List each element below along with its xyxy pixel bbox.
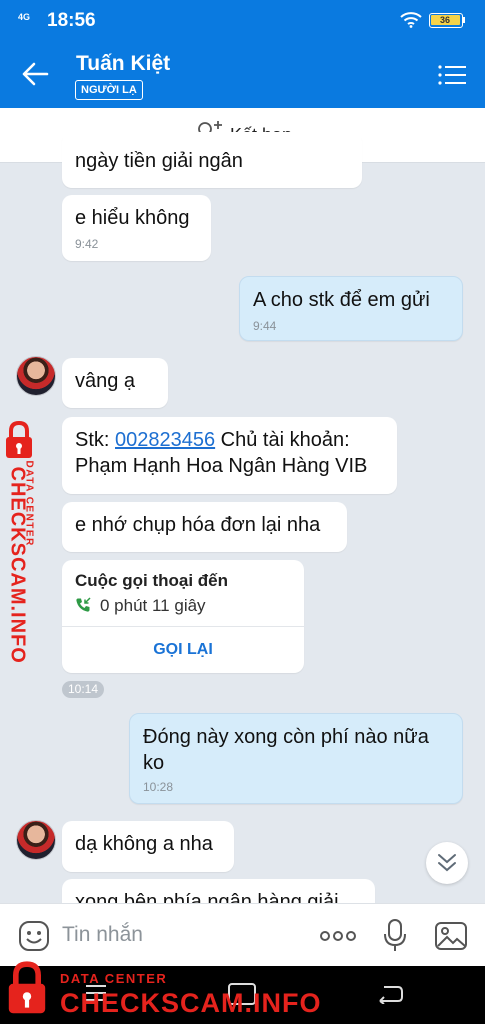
message-text: e hiểu không	[75, 207, 190, 229]
lock-icon	[6, 420, 32, 458]
nav-back-icon[interactable]	[378, 984, 404, 1004]
message-text: Phạm Hạnh Hoa Ngân Hàng VIB	[75, 455, 368, 477]
battery-level: 36	[439, 15, 450, 25]
message-time: 9:42	[75, 237, 99, 251]
chat-header: Tuấn Kiệt NGƯỜI LẠ	[0, 40, 485, 108]
message-composer: Tin nhắn	[0, 903, 485, 967]
watermark-small-text: DATA CENTER	[60, 971, 168, 986]
message-text: A cho stk để em gửi	[253, 289, 430, 311]
message-bubble: e hiểu không 9:42	[62, 195, 211, 261]
call-title: Cuộc gọi thoại đến	[75, 571, 228, 590]
sticker-icon[interactable]	[18, 920, 50, 952]
message-bubble: vâng ạ	[62, 358, 168, 408]
message-bubble: ngày tiền giải ngân	[62, 132, 362, 188]
account-number-link[interactable]: 002823456	[115, 429, 215, 451]
message-text: ko	[143, 752, 165, 774]
call-duration: 0 phút 11 giây	[100, 596, 206, 615]
message-text: dạ không a nha	[75, 833, 213, 855]
watermark-text: CHECKSCAM.INFO	[6, 466, 29, 664]
lock-icon	[8, 961, 46, 1014]
back-arrow-icon[interactable]	[20, 60, 50, 88]
message-text: Đóng này xong còn phí nào nữa	[143, 726, 429, 748]
message-text: vâng ạ	[75, 370, 136, 392]
contact-avatar[interactable]	[16, 820, 56, 860]
message-text: Stk:	[75, 429, 116, 451]
scroll-to-bottom-button[interactable]	[426, 842, 468, 884]
battery-icon: 36	[429, 13, 463, 28]
incoming-call-icon	[76, 597, 91, 612]
watermark-side: DATA CENTER CHECKSCAM.INFO	[4, 420, 54, 664]
message-time: 10:28	[143, 780, 174, 794]
message-bubble: Stk: 002823456 Chủ tài khoản: Phạm Hạnh …	[62, 417, 397, 494]
message-text: e nhớ chụp hóa đơn lại nha	[75, 514, 321, 536]
status-bar: 4G 18:56 36	[0, 0, 485, 40]
call-back-button[interactable]: GỌI LẠI	[62, 627, 304, 673]
my-message-bubble: Đóng này xong còn phí nào nữa ko 10:28	[129, 713, 463, 804]
double-chevron-down-icon	[438, 854, 456, 872]
image-icon[interactable]	[434, 921, 468, 951]
message-bubble: e nhớ chụp hóa đơn lại nha	[62, 502, 347, 552]
message-time: 9:44	[253, 319, 277, 333]
time-chip: 10:14	[62, 681, 105, 698]
message-input[interactable]: Tin nhắn	[62, 923, 143, 947]
contact-name[interactable]: Tuấn Kiệt	[76, 52, 170, 76]
message-text: ngày tiền giải ngân	[75, 150, 243, 172]
incoming-call-card: Cuộc gọi thoại đến 0 phút 11 giây GỌI LẠ…	[62, 560, 304, 673]
my-message-bubble: A cho stk để em gửi 9:44	[239, 276, 463, 341]
watermark-text: CHECKSCAM.INFO	[60, 988, 322, 1018]
microphone-icon[interactable]	[383, 918, 407, 952]
more-options-icon[interactable]	[319, 929, 357, 943]
message-text: Chủ tài khoản:	[215, 429, 350, 451]
stranger-badge: NGƯỜI LẠ	[75, 80, 143, 100]
message-bubble: dạ không a nha	[62, 821, 234, 872]
wifi-icon	[400, 12, 422, 28]
network-indicator: 4G	[18, 12, 31, 22]
menu-list-icon[interactable]	[438, 64, 466, 86]
contact-avatar[interactable]	[16, 356, 56, 396]
status-time: 18:56	[47, 10, 96, 31]
